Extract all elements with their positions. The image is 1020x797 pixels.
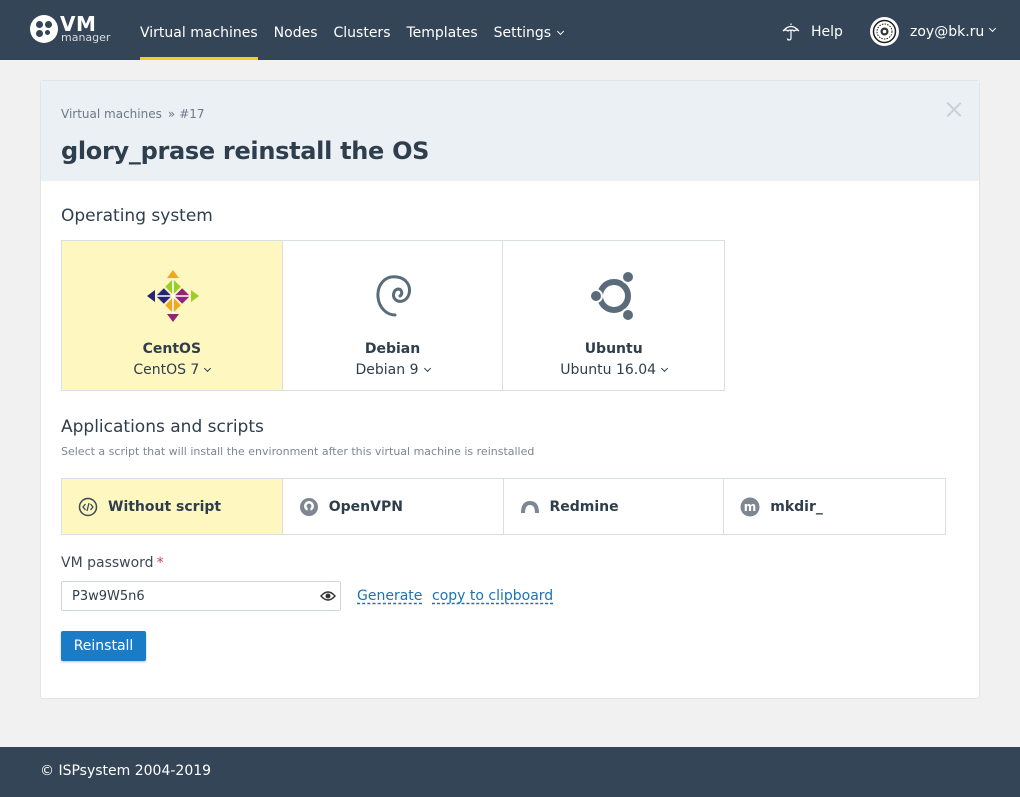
os-option-debian[interactable]: Debian Debian 9 [283,241,504,390]
avatar-emblem-icon [872,19,897,44]
chevron-down-icon [989,24,997,33]
breadcrumb-virtual-machines[interactable]: Virtual machines [61,107,162,121]
chevron-down-icon [423,364,431,373]
nav-item-virtual-machines[interactable]: Virtual machines [140,0,258,60]
os-options: CentOS CentOS 7 Debian Debian 9 Ubuntu U… [61,240,725,391]
vmmanager-logo[interactable]: VM manager [30,12,112,46]
copy-to-clipboard-link[interactable]: copy to clipboard [432,588,553,604]
nav-item-nodes[interactable]: Nodes [274,0,318,60]
nav-item-clusters[interactable]: Clusters [334,0,391,60]
page-title: glory_prase reinstall the OS [61,137,430,165]
os-name: Debian [364,341,421,357]
svg-text:m: m [744,500,757,514]
os-version-label: CentOS 7 [133,362,200,378]
reinstall-button[interactable]: Reinstall [61,631,146,661]
nav-item-label: Clusters [333,25,391,41]
vm-password-input[interactable] [61,581,341,611]
os-version-label: Debian 9 [355,362,419,378]
os-option-centos[interactable]: CentOS CentOS 7 [62,241,283,390]
os-version-select[interactable]: Ubuntu 16.04 [503,362,724,378]
os-name: CentOS [142,341,202,357]
generate-password-link[interactable]: Generate [357,588,422,604]
os-version-select[interactable]: Debian 9 [283,362,503,378]
scripts-hint: Select a script that will install the en… [61,445,535,458]
centos-icon [147,270,199,322]
umbrella-icon [782,23,800,41]
os-section-title: Operating system [61,206,213,226]
help-link[interactable]: Help [781,22,843,42]
script-label: Without script [108,498,222,515]
nav-item-label: Settings [493,25,552,41]
copyright-text: © ISPsystem 2004-2019 [40,763,212,779]
reinstall-os-card: Virtual machines » #17 glory_prase reinsta… [40,80,980,699]
logo-subtext: manager [61,31,111,44]
script-label: mkdir_ [770,498,823,515]
nav-item-label: Nodes [273,25,318,41]
nav-item-label: Virtual machines [140,25,258,41]
breadcrumb-separator: » [167,107,176,121]
help-label: Help [811,24,843,40]
footer: © ISPsystem 2004-2019 [0,747,1020,797]
required-mark: * [156,555,164,571]
debian-icon [376,275,411,317]
ubuntu-icon [589,270,636,322]
password-label-text: VM password [61,555,154,571]
breadcrumb-current: #17 [179,107,205,121]
avatar [870,17,899,46]
nav-item-settings[interactable]: Settings [493,0,565,60]
close-icon[interactable] [946,101,962,117]
user-menu[interactable]: zoy@bk.ru [870,17,997,46]
top-bar: VM manager Virtual machines Nodes Cluste… [0,0,1020,60]
chevron-down-icon [557,27,565,36]
os-version-select[interactable]: CentOS 7 [62,362,282,378]
breadcrumb: Virtual machines » #17 [61,107,205,121]
os-option-ubuntu[interactable]: Ubuntu Ubuntu 16.04 [503,241,724,390]
user-email: zoy@bk.ru [910,23,985,40]
os-version-label: Ubuntu 16.04 [560,362,657,378]
script-options: Without script OpenVPN Redmine m mkdir_ [61,478,946,535]
openvpn-icon [299,497,319,517]
scripts-section-title: Applications and scripts [61,417,264,437]
chevron-down-icon [204,364,212,373]
nav-item-templates[interactable]: Templates [406,0,477,60]
script-label: Redmine [549,498,619,515]
nav-item-label: Templates [406,25,478,41]
script-option-openvpn[interactable]: OpenVPN [283,479,504,534]
logo-mark-icon [30,15,58,43]
script-label: OpenVPN [328,498,403,515]
chevron-down-icon [661,364,669,373]
password-label: VM password * [61,555,164,571]
no-script-icon [78,497,98,517]
script-option-redmine[interactable]: Redmine [504,479,725,534]
card-header: Virtual machines » #17 glory_prase reinsta… [41,81,979,181]
script-m-icon: m [740,497,760,517]
eye-icon[interactable] [320,589,336,603]
redmine-icon [520,497,540,517]
script-option-mkdir[interactable]: m mkdir_ [724,479,945,534]
main-nav: Virtual machines Nodes Clusters Template… [140,0,579,60]
os-name: Ubuntu [584,341,643,357]
script-option-without-script[interactable]: Without script [62,479,283,534]
